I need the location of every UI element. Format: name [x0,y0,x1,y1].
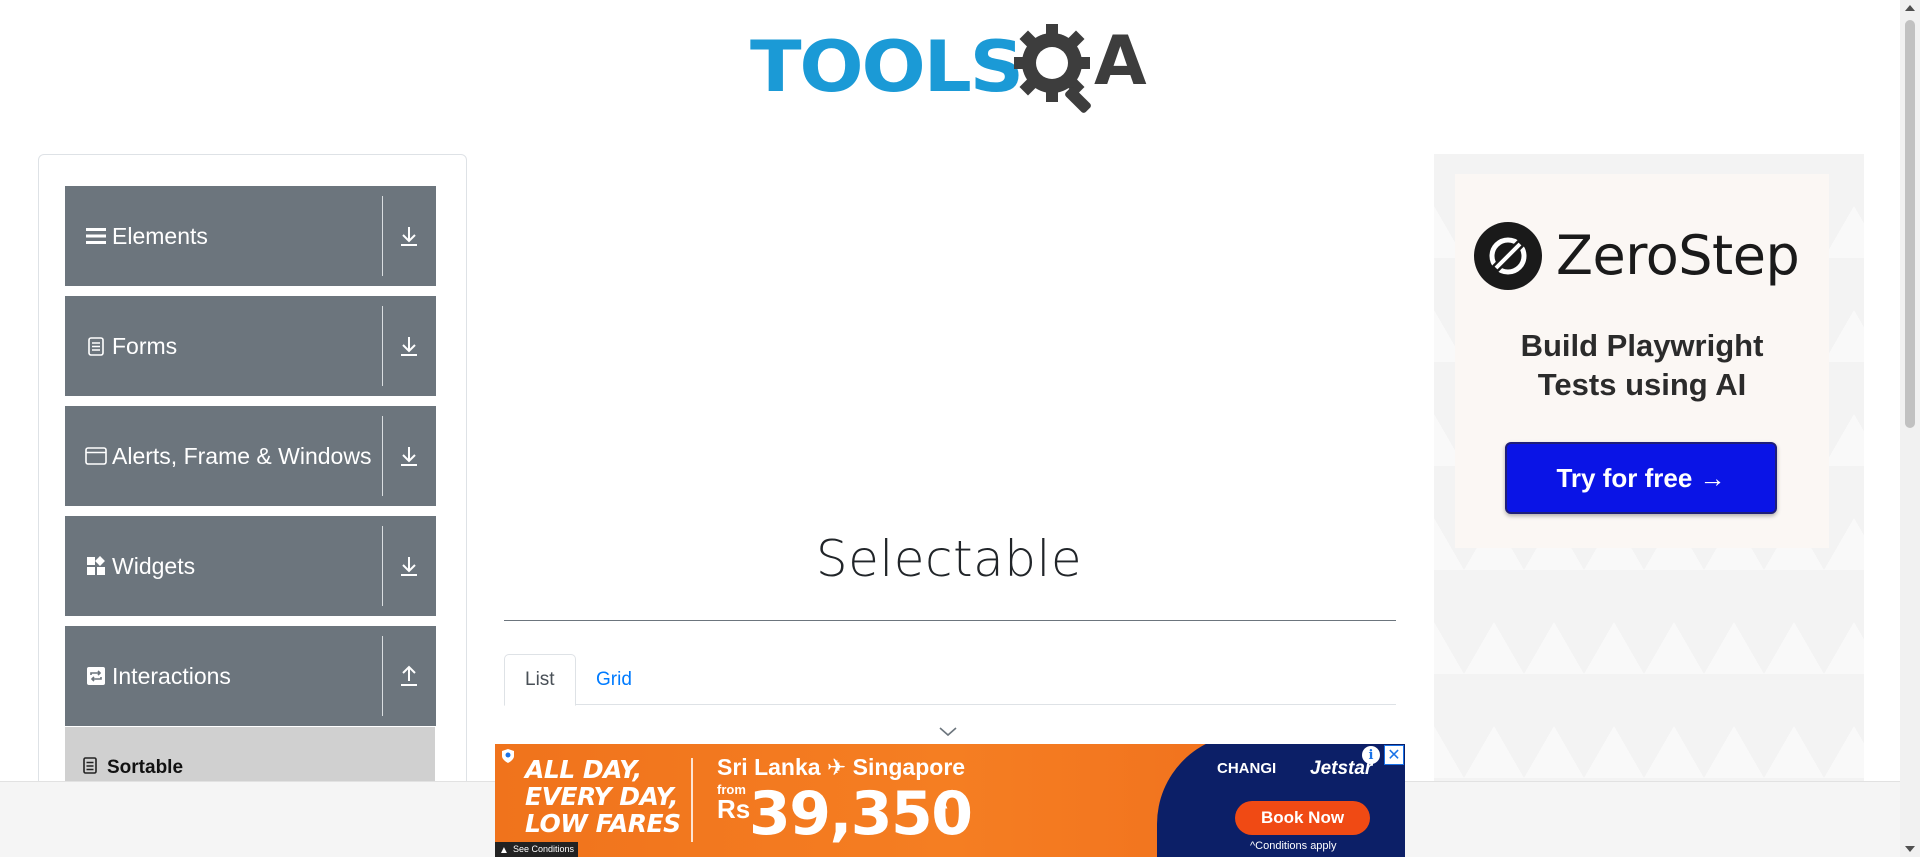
logo-text: TOOLS [750,26,1024,108]
zerostep-tagline: Build Playwright Tests using AI [1455,326,1829,404]
ad-close-button[interactable]: ✕ [1384,745,1404,765]
divider [382,196,383,276]
shield-icon [502,749,514,763]
fares-line: ALL DAY, [525,755,642,784]
tagline-line: Tests using AI [1537,367,1747,402]
see-conditions-link[interactable]: ▲ See Conditions [495,842,579,857]
interactions-icon [85,667,107,685]
divider [382,306,383,386]
chevron-down-icon[interactable] [938,726,958,738]
page-scrollbar[interactable] [1900,0,1920,857]
sidebar-group-label: Elements [112,222,208,249]
conditions-text: ^Conditions apply [1250,840,1337,852]
sidebar-group-forms[interactable]: Forms [65,296,436,396]
upload-icon[interactable] [392,626,426,726]
sidebar-item-label: Sortable [107,757,184,778]
divider [382,636,383,716]
jetstar-logo: Jetstar [1310,758,1373,779]
see-conditions-label: See Conditions [513,844,575,854]
sidebar-group-label: Widgets [112,552,196,579]
zerostep-logo-icon [1474,222,1542,290]
currency-label: Rs [717,794,751,824]
fares-line: EVERY DAY, [525,782,678,811]
sidebar-group-widgets[interactable]: Widgets [65,516,436,616]
price-caret: ^ [935,794,948,819]
changi-logo: CHANGI [1217,760,1277,777]
hamburger-icon [85,227,107,245]
fares-headline: ALL DAY, EVERY DAY, LOW FARES [525,756,681,837]
fares-line: LOW FARES [525,809,681,838]
sidebar-group-elements[interactable]: Elements [65,186,436,286]
scrollbar-thumb[interactable] [1905,20,1915,428]
divider [691,758,693,842]
archive-icon [83,757,99,774]
bottom-banner-ad[interactable]: ALL DAY, EVERY DAY, LOW FARES Sri Lanka … [495,744,1405,857]
sidebar-group-interactions[interactable]: Interactions [65,626,436,726]
window-icon [85,447,107,465]
document-icon [85,336,107,356]
route-text: Sri Lanka ✈ Singapore [717,754,966,780]
widgets-icon [85,556,107,576]
download-icon[interactable] [392,406,426,506]
tab-bar: List Grid [504,654,1396,706]
zerostep-brand: ZeroStep [1556,224,1800,287]
tab-list[interactable]: List [504,654,576,706]
sidebar-group-label: Interactions [112,662,231,689]
sidebar-group-alerts-frame-windows[interactable]: Alerts, Frame & Windows [65,406,436,506]
scroll-up-icon[interactable] [1905,5,1915,11]
book-now-button[interactable]: Book Now [1235,801,1370,835]
divider [382,526,383,606]
page-title: Selectable [815,530,1083,588]
tagline-line: Build Playwright [1520,328,1764,363]
chevron-up-icon: ▲ [499,845,509,856]
sidebar-group-label: Forms [112,332,178,359]
download-icon[interactable] [392,186,426,286]
download-icon[interactable] [392,516,426,616]
ad-info-icon[interactable]: i [1362,746,1380,764]
title-divider [504,620,1396,621]
divider [382,416,383,496]
sidebar-group-label: Alerts, Frame & Windows [112,442,372,469]
download-icon[interactable] [392,296,426,396]
logo-letter: A [1094,22,1147,101]
scroll-down-icon[interactable] [1905,846,1915,852]
try-for-free-button[interactable]: Try for free → [1505,442,1777,514]
toolsqa-logo[interactable]: TOOLS A [750,20,1154,114]
gear-magnifier-icon [1014,24,1091,113]
tab-grid[interactable]: Grid [576,654,652,705]
